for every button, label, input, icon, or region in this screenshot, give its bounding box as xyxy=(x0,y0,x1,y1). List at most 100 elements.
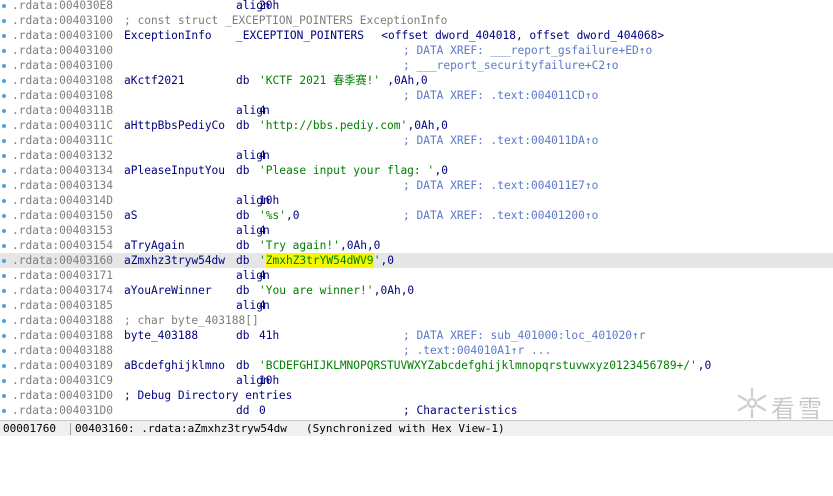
line-address: .rdata:00403150 xyxy=(12,209,114,222)
line-operand: <offset dword_404018, offset dword_40406… xyxy=(381,29,665,42)
line-label: aZmxhz3tryw54dw xyxy=(124,254,226,267)
listing-line[interactable]: .rdata:00403100 ; ___report_securityfailu… xyxy=(0,58,833,73)
line-address: .rdata:00403100 xyxy=(12,59,114,72)
listing-line[interactable]: .rdata:00403134 ; DATA XREF: .text:004011… xyxy=(0,178,833,193)
line-address: .rdata:0040311C xyxy=(12,134,114,147)
line-address: .rdata:00403108 xyxy=(12,74,114,87)
line-mnemonic: db xyxy=(236,359,250,372)
line-address: .rdata:004031C9 xyxy=(12,374,114,387)
line-address: .rdata:0040311C xyxy=(12,119,114,132)
gutter-marker-icon xyxy=(2,169,6,173)
line-operand: 4 xyxy=(259,224,266,237)
listing-line[interactable]: .rdata:00403185 align 4 xyxy=(0,298,833,313)
line-address: .rdata:00403100 xyxy=(12,44,114,57)
gutter-marker-icon xyxy=(2,124,6,128)
line-xref-comment: ; DATA XREF: sub_401000:loc_401020↑r xyxy=(403,329,646,342)
gutter-marker-icon xyxy=(2,229,6,233)
listing-line-selected[interactable]: .rdata:00403160 aZmxhz3tryw54dw db ' ZmxhZ3t… xyxy=(0,253,833,268)
line-operand: 'http://bbs.pediy.com' xyxy=(259,119,408,132)
gutter-marker-icon xyxy=(2,214,6,218)
line-operand: ,0Ah,0 xyxy=(373,284,415,297)
line-label: aS xyxy=(124,209,138,222)
kanxue-watermark: 看雪 xyxy=(735,387,830,423)
line-address: .rdata:00403160 xyxy=(12,254,114,267)
gutter-marker-icon xyxy=(2,259,6,263)
gutter-marker-icon xyxy=(2,139,6,143)
line-operand: 4 xyxy=(259,104,266,117)
status-file-offset: 00001760 xyxy=(3,422,56,435)
gutter-marker-icon xyxy=(2,379,6,383)
line-operand: 10h xyxy=(259,194,280,207)
line-operand: 0 xyxy=(259,404,266,417)
listing-line[interactable]: .rdata:00403153 align 4 xyxy=(0,223,833,238)
line-xref-comment: ; DATA XREF: ___report_gsfailure+ED↑o xyxy=(403,44,653,57)
line-address: .rdata:0040314D xyxy=(12,194,114,207)
listing-line[interactable]: .rdata:00403134 aPleaseInputYou db 'Please … xyxy=(0,163,833,178)
listing-line[interactable]: .rdata:004031C9 align 10h xyxy=(0,373,833,388)
listing-line[interactable]: .rdata:00403188 ; char byte_403188[] xyxy=(0,313,833,328)
listing-line[interactable]: .rdata:00403132 align 4 xyxy=(0,148,833,163)
line-mnemonic: db xyxy=(236,329,250,342)
gutter-marker-icon xyxy=(2,304,6,308)
line-label: aYouAreWinner xyxy=(124,284,212,297)
listing-line[interactable]: .rdata:00403100 ; DATA XREF: ___report_gs… xyxy=(0,43,833,58)
listing-line[interactable]: .rdata:004031D0 dd 0 ; Characteristics xyxy=(0,403,833,418)
listing-line[interactable]: .rdata:004031D0 ; Debug Directory entries xyxy=(0,388,833,403)
gutter-marker-icon xyxy=(2,334,6,338)
line-mnemonic: db xyxy=(236,74,250,87)
listing-line[interactable]: .rdata:0040311C aHttpBbsPediyCo db 'http://… xyxy=(0,118,833,133)
line-mnemonic: db xyxy=(236,209,250,222)
gutter-marker-icon xyxy=(2,64,6,68)
line-address: .rdata:00403134 xyxy=(12,164,114,177)
status-separator xyxy=(70,423,71,435)
snowflake-logo-icon xyxy=(737,387,767,419)
line-address: .rdata:00403185 xyxy=(12,299,114,312)
line-address: .rdata:00403188 xyxy=(12,344,114,357)
disassembly-listing[interactable]: .rdata:004030E8 align 20h .rdata:00403100; … xyxy=(0,0,833,420)
listing-line[interactable]: .rdata:00403108 ; DATA XREF: .text:004011… xyxy=(0,88,833,103)
listing-line[interactable]: .rdata:00403108 aKctf2021 db 'KCTF 2021 春季赛… xyxy=(0,73,833,88)
listing-line[interactable]: .rdata:00403100 ExceptionInfo _EXCEPTION_P… xyxy=(0,28,833,43)
listing-line[interactable]: .rdata:00403100 ; const struct _EXCEPTION… xyxy=(0,13,833,28)
line-address: .rdata:00403100 xyxy=(12,29,114,42)
listing-line[interactable]: .rdata:00403188 ; .text:004010A1↑r ... xyxy=(0,343,833,358)
line-address: .rdata:004031D0 xyxy=(12,404,114,417)
line-comment: ; Debug Directory entries xyxy=(124,389,293,402)
gutter-marker-icon xyxy=(2,49,6,53)
gutter-marker-icon xyxy=(2,319,6,323)
gutter-marker-icon xyxy=(2,394,6,398)
line-mnemonic: db xyxy=(236,284,250,297)
line-operand: 'Try again!' xyxy=(259,239,340,252)
gutter-marker-icon xyxy=(2,349,6,353)
line-mnemonic: db xyxy=(236,239,250,252)
line-label: aKctf2021 xyxy=(124,74,185,87)
line-xref-comment: ; Characteristics xyxy=(403,404,518,417)
listing-line[interactable]: .rdata:0040311B align 4 xyxy=(0,103,833,118)
line-address: .rdata:00403189 xyxy=(12,359,114,372)
gutter-marker-icon xyxy=(2,94,6,98)
listing-line[interactable]: .rdata:00403174 aYouAreWinner db 'You are w… xyxy=(0,283,833,298)
line-operand: ,0 xyxy=(697,359,712,372)
line-operand: 'You are winner!' xyxy=(259,284,374,297)
listing-line[interactable]: .rdata:0040314D align 10h xyxy=(0,193,833,208)
listing-line[interactable]: .rdata:00403188 byte_403188 db 41h ; DATA XR… xyxy=(0,328,833,343)
listing-line[interactable]: .rdata:00403154 aTryAgain db 'Try again!' ,0… xyxy=(0,238,833,253)
status-location: 00403160: .rdata:aZmxhz3tryw54dw xyxy=(75,422,287,435)
line-xref-comment: ; DATA XREF: .text:004011E7↑o xyxy=(403,179,599,192)
listing-line[interactable]: .rdata:00403189 aBcdefghijklmno db 'BCDEFGH… xyxy=(0,358,833,373)
line-xref-comment: ; ___report_securityfailure+C2↑o xyxy=(403,59,619,72)
listing-line[interactable]: .rdata:00403150 aS db '%s' ,0 ; DATA XREF: .t… xyxy=(0,208,833,223)
line-address: .rdata:00403188 xyxy=(12,329,114,342)
line-address: .rdata:004031D0 xyxy=(12,389,114,402)
gutter-marker-icon xyxy=(2,364,6,368)
line-address: .rdata:00403153 xyxy=(12,224,114,237)
line-mnemonic: db xyxy=(236,119,250,132)
gutter-marker-icon xyxy=(2,289,6,293)
line-address: .rdata:00403108 xyxy=(12,89,114,102)
line-operand: ,0Ah,0 xyxy=(387,74,428,87)
listing-line[interactable]: .rdata:004030E8 align 20h xyxy=(0,0,833,13)
line-address: .rdata:00403188 xyxy=(12,314,114,327)
gutter-marker-icon xyxy=(2,109,6,113)
listing-line[interactable]: .rdata:0040311C ; DATA XREF: .text:004011… xyxy=(0,133,833,148)
listing-line[interactable]: .rdata:00403171 align 4 xyxy=(0,268,833,283)
